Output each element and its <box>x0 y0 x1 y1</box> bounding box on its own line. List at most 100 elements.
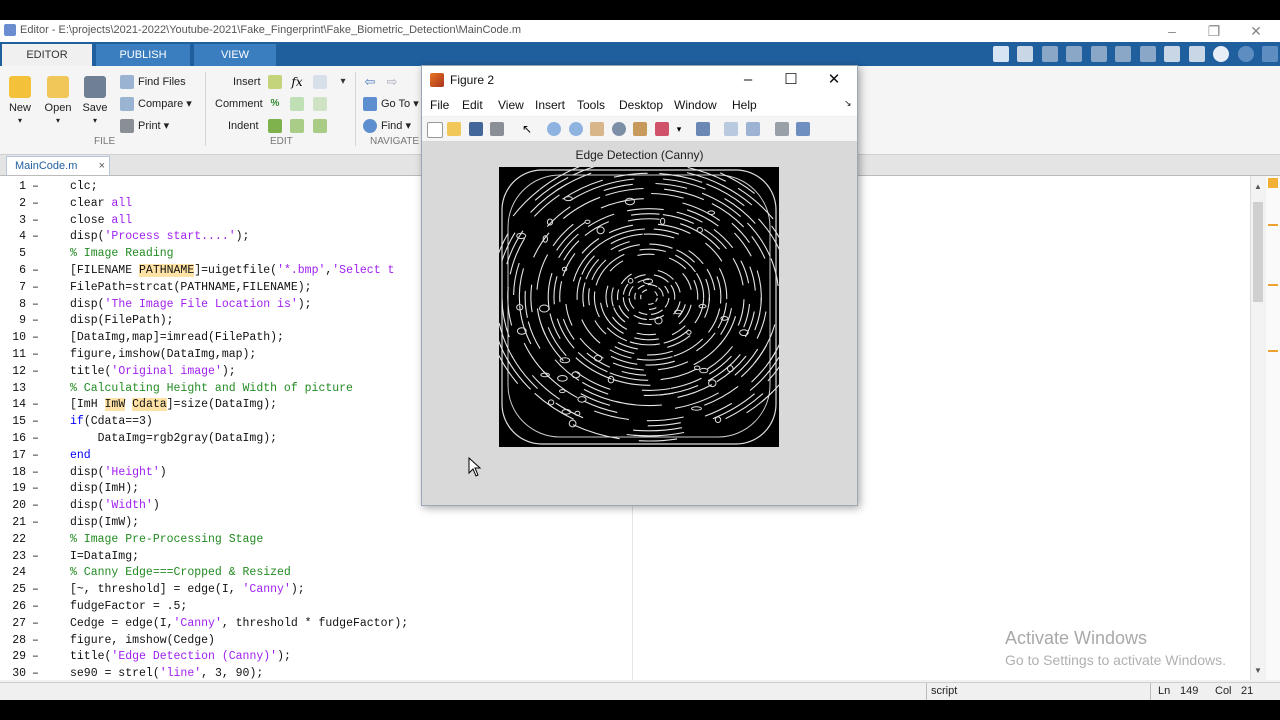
save-figure-icon[interactable] <box>469 122 483 136</box>
breakpoint-dash[interactable]: – <box>32 312 39 329</box>
code-text[interactable]: FilePath=strcat(PATHNAME,FILENAME); <box>70 279 312 296</box>
code-text[interactable]: [FILENAME PATHNAME]=uigetfile('*.bmp','S… <box>70 262 394 279</box>
switch-windows-icon[interactable] <box>1164 46 1181 62</box>
code-text[interactable]: [ImH ImW Cdata]=size(DataImg); <box>70 396 277 413</box>
show-plot-tools-icon[interactable] <box>796 122 810 136</box>
editor-scrollbar[interactable]: ▲ ▼ <box>1250 176 1265 680</box>
scroll-up-icon[interactable]: ▲ <box>1253 182 1263 192</box>
undo-icon[interactable] <box>1115 46 1132 62</box>
code-text[interactable]: disp(ImH); <box>70 480 139 497</box>
maximize-button[interactable]: ❐ <box>1202 22 1226 40</box>
code-text[interactable]: figure,imshow(DataImg,map); <box>70 346 256 363</box>
comment-button[interactable]: Comment <box>215 95 263 113</box>
warning-indicator-icon[interactable] <box>1268 178 1278 188</box>
close-tab-icon[interactable]: × <box>99 157 105 175</box>
help-icon[interactable] <box>1213 46 1230 62</box>
decrease-indent-icon[interactable] <box>313 119 327 133</box>
indent-button[interactable]: Indent <box>228 117 259 135</box>
zoom-in-icon[interactable] <box>547 122 561 136</box>
breakpoint-dash[interactable]: – <box>32 363 39 380</box>
figure-window[interactable]: Figure 2 – ☐ ✕ File Edit View Insert Too… <box>421 65 858 506</box>
scrollbar-thumb[interactable] <box>1253 202 1263 302</box>
code-line[interactable]: 24 % Canny Edge===Cropped & Resized <box>0 564 1250 581</box>
menu-insert[interactable]: Insert <box>535 98 565 112</box>
new-figure-icon[interactable] <box>427 122 443 138</box>
menu-view[interactable]: View <box>498 98 524 112</box>
code-text[interactable]: disp('Process start....'); <box>70 228 249 245</box>
code-text[interactable]: disp('The Image File Location is'); <box>70 296 312 313</box>
tab-publish[interactable]: PUBLISH <box>96 44 190 66</box>
back-arrow-icon[interactable]: ⇦ <box>363 75 377 89</box>
file-tab-maincode[interactable]: MainCode.m × <box>6 156 110 175</box>
code-text[interactable]: disp(ImW); <box>70 514 139 531</box>
code-text[interactable]: se90 = strel('line', 3, 90); <box>70 665 263 680</box>
code-text[interactable]: disp('Width') <box>70 497 160 514</box>
menu-desktop[interactable]: Desktop <box>619 98 663 112</box>
uncomment-icon[interactable] <box>290 97 304 111</box>
smart-indent-icon[interactable] <box>268 119 282 133</box>
breakpoint-dash[interactable]: – <box>32 212 39 229</box>
code-text[interactable]: % Image Reading <box>70 245 174 262</box>
scroll-down-icon[interactable]: ▼ <box>1253 666 1263 676</box>
layout-icon[interactable] <box>993 46 1010 62</box>
find-files-button[interactable]: Find Files <box>120 73 186 91</box>
code-text[interactable]: clc; <box>70 178 98 195</box>
breakpoint-dash[interactable]: – <box>32 464 39 481</box>
breakpoint-dash[interactable]: – <box>32 195 39 212</box>
code-text[interactable]: I=DataImg; <box>70 548 139 565</box>
breakpoint-dash[interactable]: – <box>32 581 39 598</box>
fx-icon[interactable]: fx <box>290 75 304 89</box>
menu-help[interactable]: Help <box>732 98 757 112</box>
breakpoint-dash[interactable]: – <box>32 648 39 665</box>
figure-minimize-button[interactable]: – <box>734 70 762 90</box>
minimize-button[interactable]: – <box>1160 22 1184 40</box>
print-figure-icon[interactable] <box>490 122 504 136</box>
breakpoint-dash[interactable]: – <box>32 480 39 497</box>
breakpoint-dash[interactable]: – <box>32 228 39 245</box>
code-text[interactable]: fudgeFactor = .5; <box>70 598 187 615</box>
cut-icon[interactable] <box>1041 46 1058 62</box>
code-text[interactable]: [~, threshold] = edge(I, 'Canny'); <box>70 581 305 598</box>
community-icon[interactable] <box>1237 46 1254 62</box>
code-text[interactable]: % Calculating Height and Width of pictur… <box>70 380 353 397</box>
compare-button[interactable]: Compare ▾ <box>120 95 192 113</box>
brush-icon[interactable] <box>655 122 669 136</box>
figure-title-bar[interactable]: Figure 2 – ☐ ✕ <box>422 66 857 94</box>
save-icon[interactable] <box>1017 46 1034 62</box>
brush-dropdown-icon[interactable]: ▾ <box>672 122 686 136</box>
open-file-icon[interactable] <box>447 122 461 136</box>
breakpoint-dash[interactable]: – <box>32 430 39 447</box>
comment-icon[interactable]: % <box>268 97 282 111</box>
pan-icon[interactable] <box>590 122 604 136</box>
menu-tools[interactable]: Tools <box>577 98 605 112</box>
code-text[interactable]: disp(FilePath); <box>70 312 174 329</box>
code-text[interactable]: disp('Height') <box>70 464 167 481</box>
breakpoint-dash[interactable]: – <box>32 447 39 464</box>
code-line[interactable]: 26– fudgeFactor = .5; <box>0 598 1250 615</box>
insert-dropdown-icon[interactable]: ▾ <box>336 75 350 89</box>
code-text[interactable]: title('Edge Detection (Canny)'); <box>70 648 291 665</box>
figure-maximize-button[interactable]: ☐ <box>777 70 805 90</box>
code-text[interactable]: figure, imshow(Cedge) <box>70 632 215 649</box>
breakpoint-dash[interactable]: – <box>32 279 39 296</box>
tab-editor[interactable]: EDITOR <box>2 44 92 66</box>
tab-view[interactable]: VIEW <box>194 44 276 66</box>
warning-marker[interactable] <box>1268 224 1278 226</box>
new-button[interactable]: New ▾ <box>2 74 38 126</box>
breakpoint-dash[interactable]: – <box>32 665 39 680</box>
breakpoint-dash[interactable]: – <box>32 413 39 430</box>
dropdown-icon[interactable] <box>1262 46 1278 62</box>
warning-marker[interactable] <box>1268 284 1278 286</box>
breakpoint-dash[interactable]: – <box>32 632 39 649</box>
colorbar-icon[interactable] <box>724 122 738 136</box>
paste-icon[interactable] <box>1090 46 1107 62</box>
print-button[interactable]: Print ▾ <box>120 117 169 135</box>
insert-section-icon[interactable] <box>268 75 282 89</box>
link-plot-icon[interactable] <box>696 122 710 136</box>
breakpoint-dash[interactable]: – <box>32 548 39 565</box>
pointer-icon[interactable]: ↖ <box>520 122 534 136</box>
code-text[interactable]: % Image Pre-Processing Stage <box>70 531 263 548</box>
rotate-3d-icon[interactable] <box>612 122 626 136</box>
breakpoint-dash[interactable]: – <box>32 329 39 346</box>
goto-button[interactable]: Go To ▾ <box>363 95 419 113</box>
